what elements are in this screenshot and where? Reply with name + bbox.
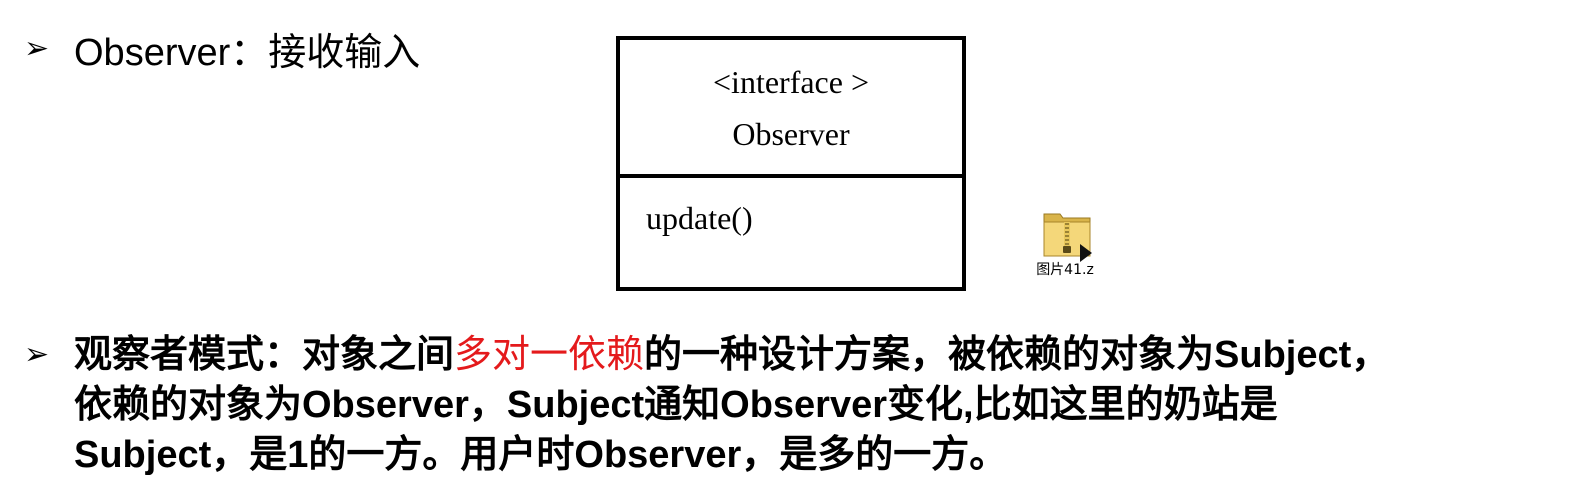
text-segment: 的一种设计方案，被依赖的对象为Subject， xyxy=(644,334,1390,376)
bullet-arrow-icon: ➢ xyxy=(24,338,50,371)
bullet-point-observer: ➢ Observer：接收输入 xyxy=(24,18,420,78)
uml-class-header: <interface > Observer xyxy=(620,40,962,178)
bullet-point-pattern-description: ➢ 观察者模式：对象之间 多对一依赖 的一种设计方案，被依赖的对象为Subject，… xyxy=(24,330,1574,480)
paragraph-line-3: Subject，是1的一方。用户时Observer，是多的一方。 xyxy=(74,434,1008,476)
paragraph-line-2: 依赖的对象为Observer，Subject通知Observer变化,比如这里的… xyxy=(74,384,1278,426)
uml-stereotype: <interface > xyxy=(713,64,869,100)
paragraph-line-1: ➢ 观察者模式：对象之间 多对一依赖 的一种设计方案，被依赖的对象为Subject， xyxy=(24,330,1574,380)
bullet-arrow-icon: ➢ xyxy=(24,31,50,65)
uml-method: update() xyxy=(646,200,753,236)
uml-class-name: Observer xyxy=(732,116,850,152)
highlighted-text: 多对一依赖 xyxy=(454,334,645,376)
text-segment: 观察者模式：对象之间 xyxy=(74,334,455,376)
file-label: 图片41.z xyxy=(1036,262,1094,278)
bullet-text: Observer：接收输入 xyxy=(74,31,421,74)
uml-class-diagram: <interface > Observer update() xyxy=(616,36,966,291)
